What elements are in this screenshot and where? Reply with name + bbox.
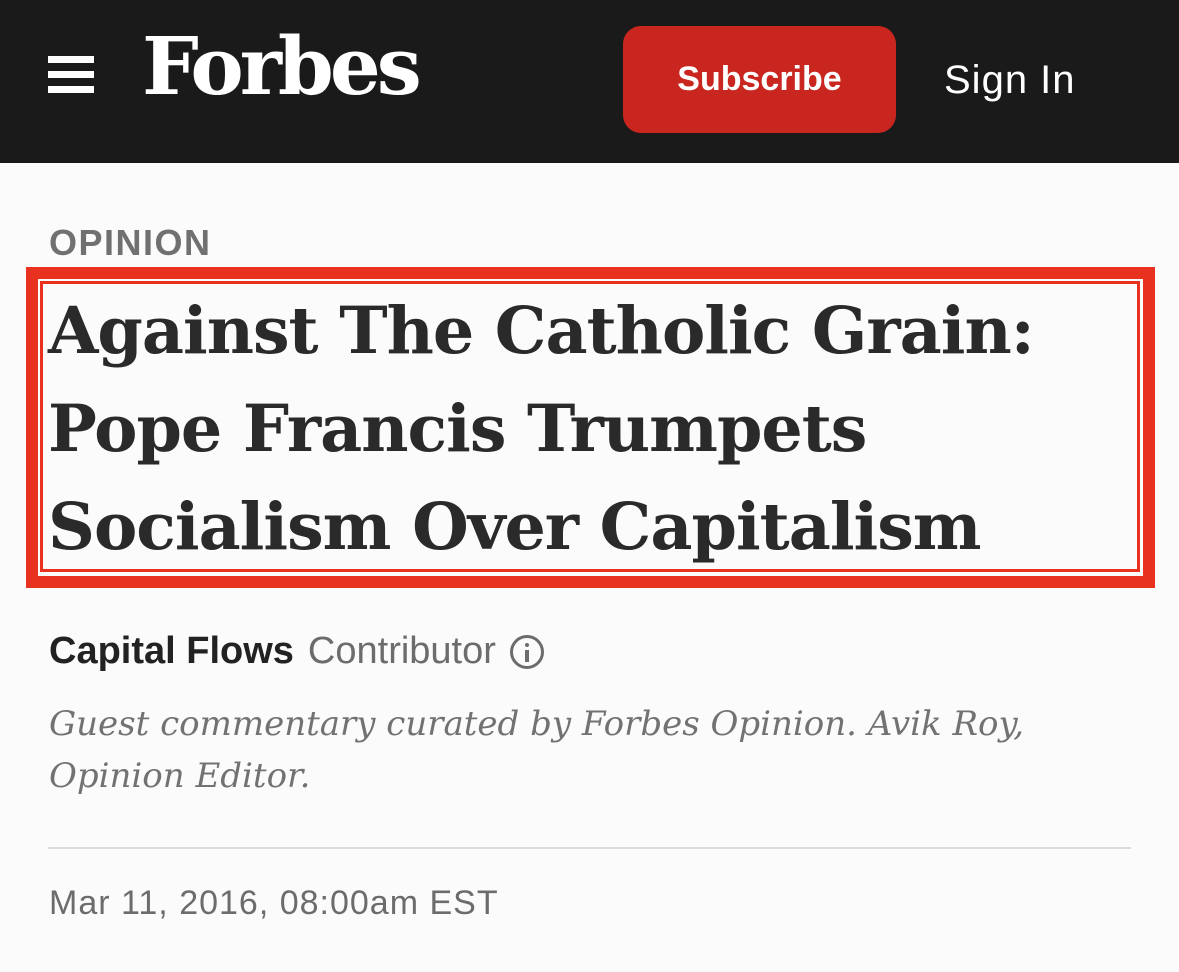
hamburger-menu-icon[interactable] — [48, 56, 94, 94]
author-description: Guest commentary curated by Forbes Opini… — [49, 704, 1025, 796]
divider — [48, 847, 1131, 849]
publish-timestamp: Mar 11, 2016, 08:00am EST — [49, 884, 499, 922]
section-label[interactable]: OPINION — [49, 222, 212, 264]
top-navigation-bar: Forbes Subscribe Sign In — [0, 0, 1179, 163]
byline: Capital Flows Contributor — [49, 630, 544, 673]
author-role: Contributor — [307, 630, 496, 672]
subscribe-button[interactable]: Subscribe — [623, 26, 896, 133]
forbes-logo[interactable]: Forbes — [142, 26, 422, 106]
info-circle-icon[interactable] — [509, 634, 544, 669]
sign-in-link[interactable]: Sign In — [944, 58, 1076, 103]
author-name[interactable]: Capital Flows — [49, 630, 294, 673]
article-headline: Against The Catholic Grain: Pope Francis… — [48, 293, 1035, 565]
